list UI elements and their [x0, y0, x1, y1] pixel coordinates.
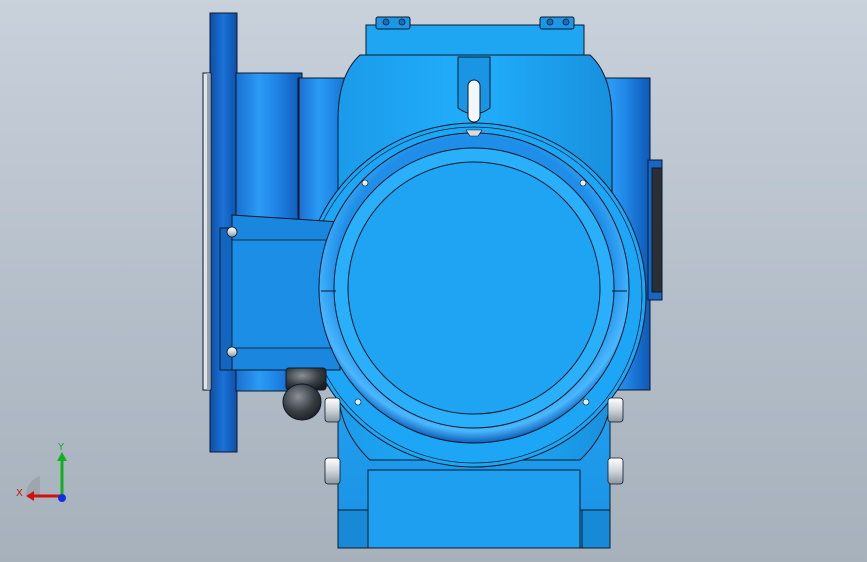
cad-viewport[interactable]: X Y — [0, 0, 867, 562]
output-ring — [318, 132, 630, 444]
y-axis-label: Y — [57, 442, 65, 453]
top-cover — [365, 16, 585, 58]
gearbox-model[interactable] — [0, 0, 867, 562]
orientation-triad[interactable]: X Y — [10, 440, 80, 510]
cable-gland — [282, 367, 327, 421]
z-axis-icon — [58, 494, 66, 502]
x-axis-label: X — [16, 488, 23, 499]
